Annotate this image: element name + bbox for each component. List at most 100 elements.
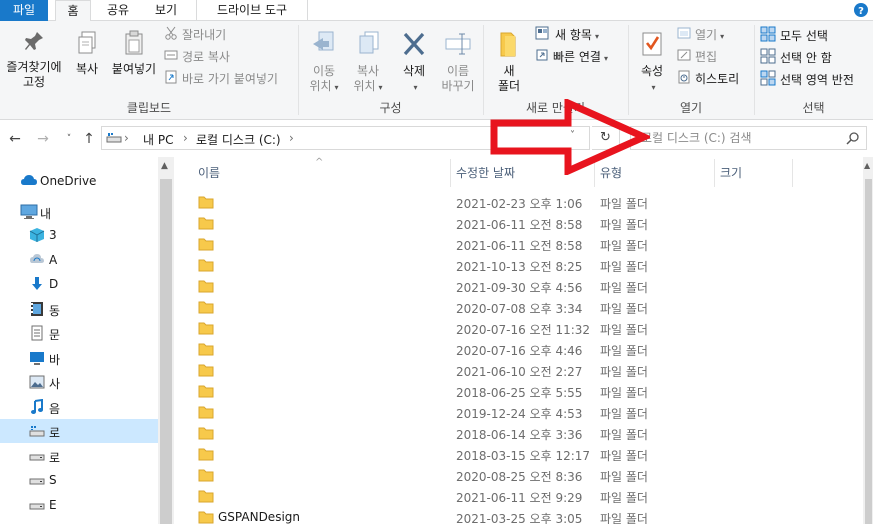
properties-label: 속성 — [640, 64, 664, 78]
chevron-down-icon: ▾ — [720, 32, 725, 41]
column-divider[interactable] — [450, 159, 451, 187]
select-all-button[interactable]: 모두 선택 — [760, 26, 828, 44]
documents-icon — [29, 325, 45, 344]
copy-to-button[interactable]: 복사 위치 ▾ — [347, 30, 389, 95]
table-row[interactable]: 2021-02-23 오후 1:06 파일 폴더 — [174, 192, 863, 213]
table-row[interactable]: 2021-10-13 오전 8:25 파일 폴더 — [174, 255, 863, 276]
local-disk-icon — [29, 423, 45, 442]
nav-item[interactable]: A — [0, 248, 158, 272]
nav-scrollbar[interactable]: ▲ — [158, 157, 174, 524]
column-divider[interactable] — [792, 159, 793, 187]
edit-button[interactable]: 편집 — [677, 48, 717, 66]
file-modified-date: 2021-03-25 오후 3:05 — [456, 512, 583, 524]
nav-item[interactable]: 로 — [0, 444, 158, 468]
tab-file[interactable]: 파일 — [0, 0, 48, 21]
table-row[interactable]: 2020-08-25 오전 8:36 파일 폴더 — [174, 465, 863, 486]
open-button[interactable]: 열기 ▾ — [677, 26, 724, 44]
nav-item[interactable]: E — [0, 493, 158, 517]
select-none-button[interactable]: 선택 안 함 — [760, 48, 832, 66]
nav-item[interactable]: D — [0, 272, 158, 296]
table-row[interactable]: 2018-06-14 오후 3:36 파일 폴더 — [174, 423, 863, 444]
file-list-scrollbar[interactable]: ▲ — [863, 157, 873, 524]
move-to-button[interactable]: 이동 위치 ▾ — [303, 30, 345, 95]
nav-item-this-pc[interactable]: 내 — [0, 200, 158, 224]
table-row[interactable]: 2020-07-16 오후 4:46 파일 폴더 — [174, 339, 863, 360]
up-button[interactable]: ↑ — [80, 129, 98, 149]
nav-item[interactable]: 동 — [0, 297, 158, 321]
nav-item-label: 사 — [49, 377, 61, 391]
new-item-button[interactable]: 새 항목 ▾ — [535, 26, 599, 44]
column-divider[interactable] — [714, 159, 715, 187]
table-row[interactable]: 2020-07-16 오전 11:32 파일 폴더 — [174, 318, 863, 339]
scroll-up-arrow-icon[interactable]: ▲ — [161, 161, 168, 171]
table-row[interactable]: 2021-06-10 오전 2:27 파일 폴더 — [174, 360, 863, 381]
breadcrumb-separator[interactable]: › — [183, 131, 188, 145]
breadcrumb-local-disk[interactable]: 로컬 디스크 (C:) — [196, 131, 281, 148]
table-row[interactable]: 2020-07-08 오후 3:34 파일 폴더 — [174, 297, 863, 318]
paste-button[interactable]: 붙여넣기 — [108, 30, 160, 77]
search-box[interactable] — [630, 126, 867, 150]
folder-icon — [198, 321, 214, 338]
drive-icon — [29, 448, 45, 467]
table-row[interactable]: 2021-06-11 오전 9:29 파일 폴더 — [174, 486, 863, 507]
back-button[interactable]: ← — [6, 129, 24, 149]
copy-button[interactable]: 복사 — [70, 30, 104, 77]
breadcrumb-this-pc[interactable]: 내 PC — [143, 131, 173, 148]
nav-item[interactable]: 바 — [0, 346, 158, 370]
cut-button[interactable]: 잘라내기 — [164, 26, 226, 44]
nav-item-onedrive[interactable]: OneDrive — [0, 169, 158, 193]
forward-button[interactable]: → — [34, 129, 52, 149]
nav-item[interactable]: 로 — [0, 419, 158, 443]
file-type: 파일 폴더 — [600, 281, 648, 295]
nav-item[interactable]: 음 — [0, 395, 158, 419]
delete-button[interactable]: 삭제 ▾ — [395, 30, 433, 95]
rename-button[interactable]: 이름 바꾸기 — [437, 30, 479, 94]
properties-button[interactable]: 속성 ▾ — [633, 30, 671, 95]
table-row[interactable]: 2021-06-11 오전 8:58 파일 폴더 — [174, 213, 863, 234]
nav-scrollbar-thumb[interactable] — [160, 179, 172, 524]
breadcrumb-separator[interactable]: › — [124, 131, 129, 145]
tab-drive-tools[interactable]: 드라이브 도구 — [196, 0, 308, 21]
easy-access-button[interactable]: 빠른 연결 ▾ — [535, 48, 608, 66]
nav-item[interactable]: 3 — [0, 223, 158, 247]
paste-shortcut-button[interactable]: 바로 가기 붙여넣기 — [164, 70, 278, 88]
scroll-up-arrow-icon[interactable]: ▲ — [864, 161, 870, 170]
tab-view[interactable]: 보기 — [146, 0, 186, 21]
paste-label: 붙여넣기 — [111, 62, 157, 76]
history-button[interactable]: 히스토리 — [677, 70, 739, 88]
search-input[interactable] — [641, 130, 841, 146]
table-row[interactable]: GSPANDesign 2021-03-25 오후 3:05 파일 폴더 — [174, 507, 863, 524]
file-type: 파일 폴더 — [600, 239, 648, 253]
nav-item[interactable]: 문 — [0, 321, 158, 345]
new-folder-button[interactable]: 새 폴더 — [490, 30, 528, 94]
breadcrumb-separator[interactable]: › — [289, 131, 294, 145]
invert-selection-icon — [760, 70, 776, 91]
nav-item[interactable]: 사 — [0, 370, 158, 394]
copy-path-button[interactable]: 경로 복사 — [164, 48, 230, 66]
file-list-scrollbar-thumb[interactable] — [865, 179, 872, 524]
recent-locations-button[interactable]: ˅ — [60, 129, 78, 149]
help-icon[interactable]: ? — [853, 2, 869, 18]
column-header-size[interactable]: 크기 — [720, 163, 790, 187]
file-modified-date: 2021-09-30 오후 4:56 — [456, 281, 583, 295]
nav-item[interactable]: S — [0, 468, 158, 492]
table-row[interactable]: 2021-09-30 오후 4:56 파일 폴더 — [174, 276, 863, 297]
folder-icon — [198, 195, 214, 212]
onedrive-icon — [20, 173, 38, 190]
folder-icon — [198, 363, 214, 380]
select-all-icon — [760, 26, 776, 47]
pin-to-quick-access-button[interactable]: 즐겨찾기에 고정 — [2, 30, 66, 90]
table-row[interactable]: 2018-06-25 오후 5:55 파일 폴더 — [174, 381, 863, 402]
table-row[interactable]: 2019-12-24 오후 4:53 파일 폴더 — [174, 402, 863, 423]
tab-home[interactable]: 홈 — [55, 0, 91, 22]
table-row[interactable]: 2018-03-15 오후 12:17 파일 폴더 — [174, 444, 863, 465]
invert-selection-button[interactable]: 선택 영역 반전 — [760, 70, 854, 88]
nav-item-label: S — [49, 473, 57, 487]
search-icon[interactable] — [846, 131, 860, 148]
edit-icon — [677, 48, 691, 67]
file-modified-date: 2021-10-13 오전 8:25 — [456, 260, 583, 274]
tab-share[interactable]: 공유 — [98, 0, 138, 21]
table-row[interactable]: 2021-06-11 오전 8:58 파일 폴더 — [174, 234, 863, 255]
column-header-name[interactable]: 이름 — [198, 163, 448, 187]
folder-icon — [198, 426, 214, 443]
